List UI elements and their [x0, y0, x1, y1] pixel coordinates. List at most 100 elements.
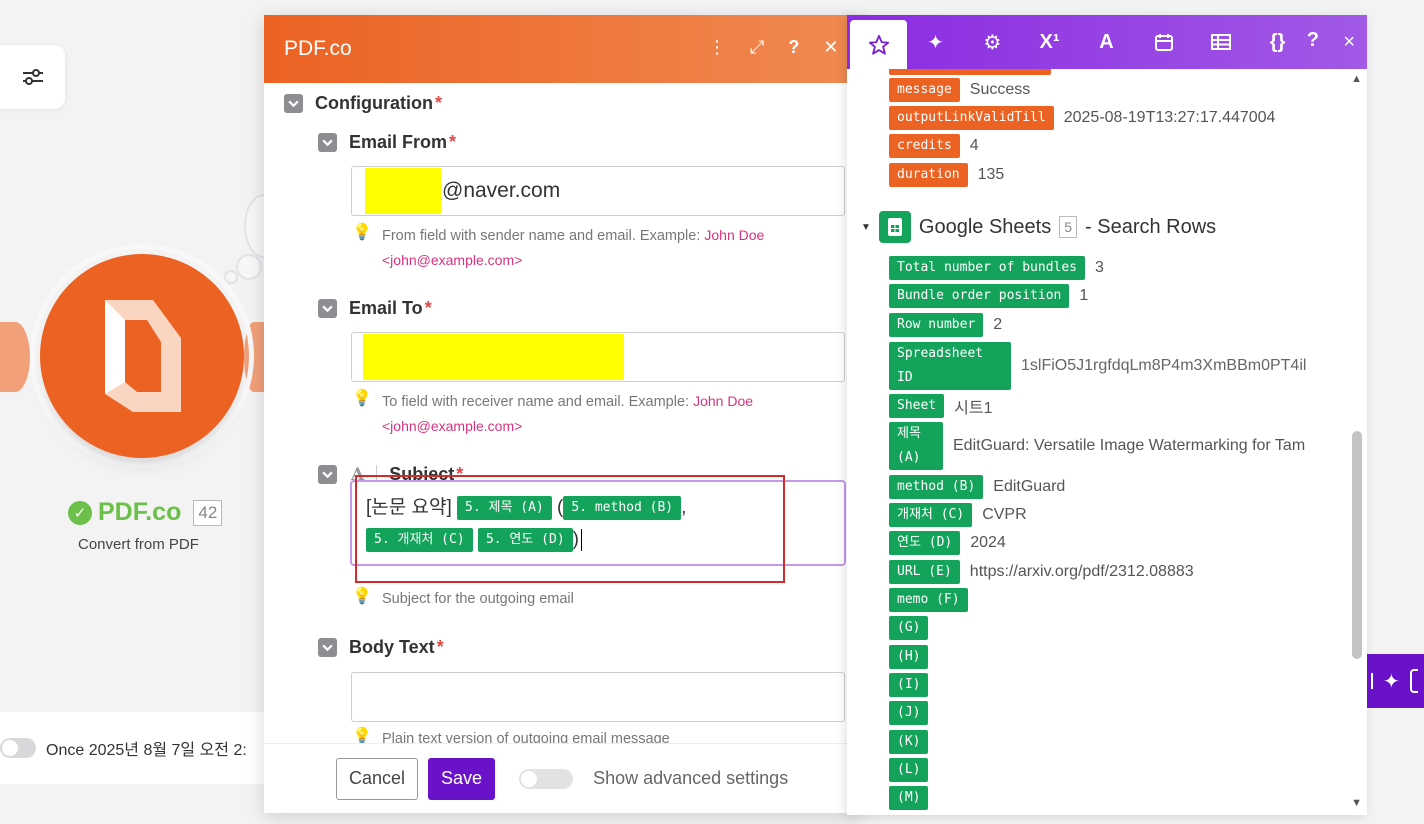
- sheet-item[interactable]: (G): [889, 616, 929, 640]
- sheet-item[interactable]: Spreadsheet ID 1slFiO5J1rgfdqLm8P4m3XmBBm…: [889, 342, 1321, 390]
- item-key[interactable]: 연도 (D): [889, 531, 961, 555]
- lightbulb-icon: 💡: [352, 224, 372, 241]
- required-marker: *: [449, 132, 457, 152]
- item-key[interactable]: outputLinkValidTill: [889, 106, 1054, 130]
- panel-help-icon[interactable]: ?: [1307, 29, 1319, 52]
- pdfco-item[interactable]: credits 4: [889, 134, 979, 158]
- scrollbar-thumb[interactable]: [1352, 431, 1362, 659]
- modal-title: PDF.co: [284, 37, 352, 60]
- item-value: 2025-08-19T13:27:17.447004: [1063, 109, 1276, 126]
- sheet-item[interactable]: Row number 2: [889, 313, 1002, 337]
- sheet-item[interactable]: (L): [889, 758, 929, 782]
- mapped-pill-title[interactable]: 5. 제목 (A): [457, 495, 552, 520]
- item-key[interactable]: duration: [889, 163, 968, 187]
- sheet-item[interactable]: (M): [889, 786, 929, 810]
- sparkle-icon: ✦: [1383, 670, 1400, 693]
- scroll-up-arrow-icon[interactable]: ▲: [1351, 73, 1362, 85]
- google-sheets-icon: [878, 211, 911, 243]
- item-value: 1: [1079, 287, 1089, 304]
- email-from-input[interactable]: @naver.com: [351, 166, 845, 216]
- item-key[interactable]: (L): [889, 758, 929, 782]
- mapped-pill-venue[interactable]: 5. 개재처 (C): [366, 527, 473, 552]
- more-options-icon[interactable]: ⋮: [708, 37, 726, 58]
- cancel-button[interactable]: Cancel: [336, 757, 419, 800]
- email-from-header[interactable]: Email From *: [318, 132, 456, 153]
- sheet-item[interactable]: 개재처 (C) CVPR: [889, 503, 1027, 527]
- panel-scrollbar[interactable]: [1351, 71, 1362, 811]
- help-icon[interactable]: ?: [788, 37, 799, 58]
- sheet-item[interactable]: Bundle order position 1: [889, 284, 1088, 308]
- tab-general-functions[interactable]: ⚙: [964, 15, 1021, 69]
- save-button[interactable]: Save: [428, 757, 496, 800]
- sheet-item[interactable]: (J): [889, 701, 929, 725]
- sheet-item[interactable]: (H): [889, 645, 929, 669]
- tab-ai[interactable]: ✦: [907, 15, 964, 69]
- email-to-input[interactable]: [351, 332, 845, 382]
- expand-icon[interactable]: ⤢: [750, 37, 764, 58]
- tab-favorites[interactable]: [850, 20, 907, 69]
- ai-assistant-button[interactable]: ✦: [1367, 654, 1424, 708]
- item-key[interactable]: Sheet: [889, 394, 945, 418]
- sheet-item[interactable]: (I): [889, 673, 929, 697]
- email-to-header[interactable]: Email To *: [318, 298, 432, 319]
- item-key[interactable]: (G): [889, 616, 929, 640]
- item-key[interactable]: method (B): [889, 475, 984, 499]
- item-key[interactable]: 제목 (A): [889, 422, 943, 470]
- tab-math-functions[interactable]: X¹: [1021, 15, 1078, 69]
- mapped-pill-method[interactable]: 5. method (B): [563, 495, 682, 520]
- item-key[interactable]: (J): [889, 701, 929, 725]
- item-key[interactable]: (I): [889, 673, 929, 697]
- item-key[interactable]: Row number: [889, 313, 984, 337]
- body-text-input[interactable]: [351, 672, 845, 722]
- body-text-header[interactable]: Body Text *: [318, 637, 444, 658]
- close-icon[interactable]: ✕: [823, 37, 838, 58]
- collapse-icon[interactable]: [318, 299, 337, 318]
- sheet-item[interactable]: Sheet 시트1: [889, 394, 992, 418]
- item-key[interactable]: message: [889, 78, 960, 102]
- scroll-down-arrow-icon[interactable]: ▼: [1351, 797, 1362, 809]
- collapse-icon[interactable]: [284, 94, 303, 113]
- pdfco-item[interactable]: outputLinkValidTill 2025-08-19T13:27:17.4…: [889, 106, 1275, 130]
- item-value: 시트1: [954, 400, 993, 417]
- item-key[interactable]: (M): [889, 786, 929, 810]
- collapse-icon[interactable]: [318, 133, 337, 152]
- collapse-icon[interactable]: [318, 638, 337, 657]
- item-key[interactable]: memo (F): [889, 588, 968, 612]
- item-key[interactable]: (K): [889, 730, 929, 754]
- email-from-label: Email From: [349, 132, 448, 152]
- module-group-header[interactable]: ▼ Google Sheets 5 - Search Rows: [861, 211, 1216, 243]
- pdfco-module-node[interactable]: [40, 254, 244, 458]
- sheet-item[interactable]: (K): [889, 730, 929, 754]
- mapped-pill-year[interactable]: 5. 연도 (D): [477, 527, 573, 552]
- item-key[interactable]: 개재처 (C): [889, 503, 973, 527]
- tab-json-functions[interactable]: {}: [1249, 15, 1306, 69]
- item-value: 4: [969, 137, 979, 154]
- item-key[interactable]: credits: [889, 134, 960, 158]
- item-key[interactable]: Spreadsheet ID: [889, 342, 1011, 390]
- configuration-section-header[interactable]: Configuration *: [284, 93, 442, 114]
- pdfco-item[interactable]: message Success: [889, 78, 1030, 102]
- item-key[interactable]: URL (E): [889, 560, 960, 584]
- collapse-icon[interactable]: [318, 465, 337, 484]
- item-key[interactable]: (H): [889, 645, 929, 669]
- item-key[interactable]: Bundle order position: [889, 284, 1070, 308]
- divider: [1371, 673, 1373, 689]
- panel-close-icon[interactable]: ×: [1343, 31, 1355, 54]
- scheduling-toggle[interactable]: [0, 738, 36, 758]
- item-key[interactable]: Total number of bundles: [889, 256, 1086, 280]
- canvas-controls-button[interactable]: [0, 45, 65, 109]
- sheet-item[interactable]: memo (F): [889, 588, 968, 612]
- sheet-item[interactable]: 제목 (A) EditGuard: Versatile Image Waterma…: [889, 422, 1323, 470]
- ai-panel-edge: [1409, 669, 1418, 693]
- item-value: 2: [993, 316, 1003, 333]
- sheet-item[interactable]: Total number of bundles 3: [889, 256, 1104, 280]
- subject-input[interactable]: [논문 요약] 5. 제목 (A) (5. method (B), 5. 개재처…: [350, 480, 846, 566]
- tab-text-functions[interactable]: A: [1078, 15, 1135, 69]
- pdfco-item[interactable]: duration 135: [889, 163, 1004, 187]
- tab-array-functions[interactable]: [1192, 15, 1249, 69]
- advanced-settings-toggle[interactable]: [519, 768, 574, 789]
- sheet-item[interactable]: method (B) EditGuard: [889, 475, 1065, 499]
- sheet-item[interactable]: URL (E) https://arxiv.org/pdf/2312.08883: [889, 560, 1194, 584]
- tab-date-functions[interactable]: [1135, 15, 1192, 69]
- sheet-item[interactable]: 연도 (D) 2024: [889, 531, 1006, 555]
